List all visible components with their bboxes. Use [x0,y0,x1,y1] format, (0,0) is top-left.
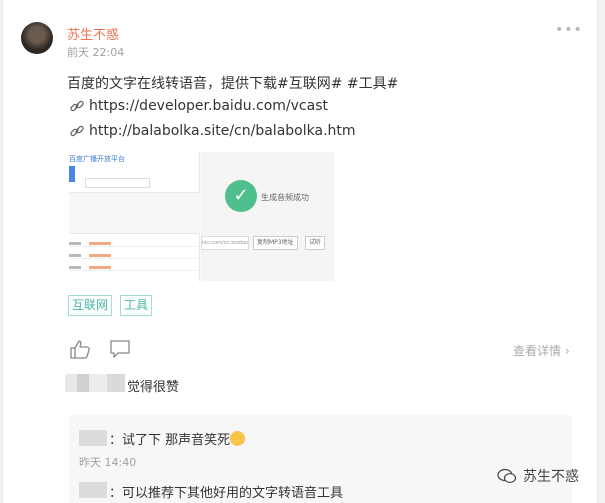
author-name[interactable]: 苏生不惑 [67,24,119,43]
preview-value [89,266,111,269]
more-options-icon[interactable]: ••• [555,22,583,38]
link-text[interactable]: http://balabolka.site/cn/balabolka.htm [89,123,356,139]
view-details-link[interactable]: 查看详情 › [513,342,570,359]
preview-label [69,254,81,257]
chevron-right-icon: › [564,344,570,358]
preview-title: 百度广播开放平台 [69,155,125,163]
laugh-emoji-icon [230,431,246,446]
view-details-label: 查看详情 [513,344,562,358]
comment-time: 昨天 14:40 [79,456,137,469]
preview-row [69,258,200,259]
preview-left-panel: 百度广播开放平台 [69,152,200,281]
comment-text: ：可以推荐下其他好用的文字转语音工具 [109,486,344,501]
preview-textarea [69,192,200,234]
wechat-icon [497,468,517,483]
commenter-name-blurred[interactable] [79,430,107,446]
success-text: 生成音频成功 [261,193,309,202]
watermark-text: 苏生不惑 [523,469,579,485]
comment-icon[interactable] [109,339,131,359]
listen-button: 试听 [305,236,326,250]
link-text[interactable]: https://developer.baidu.com/vcast [89,98,328,114]
copy-mp3-button: 复制MP3地址 [253,236,298,250]
preview-value [89,254,111,257]
topic-tag[interactable]: 互联网 [68,295,113,316]
preview-label [69,266,81,269]
comment-body: ：试了下 那声音笑死 [109,433,231,448]
post-time: 前天 22:04 [67,46,125,59]
check-icon: ✓ [225,180,257,212]
watermark: 苏生不惑 [497,466,579,486]
liker-names-blurred[interactable] [65,374,125,392]
link-item[interactable]: https://developer.baidu.com/vcast [69,98,328,114]
preview-right-panel: ✓ 生成音频成功 idu.com/cn.bcebos.com/vcast 复制M… [201,152,334,281]
preview-label [69,242,81,245]
comment-text: ：试了下 那声音笑死 [109,429,246,448]
post-text: 百度的文字在线转语音，提供下载#互联网# #工具# [67,76,399,92]
preview-sidebar [69,166,75,182]
avatar[interactable] [21,22,53,54]
likes-text: 觉得很赞 [127,380,180,395]
preview-url-field: idu.com/cn.bcebos.com/vcast [201,236,249,250]
commenter-name-blurred[interactable] [79,482,107,498]
link-icon [70,125,84,137]
link-icon [70,100,84,112]
post-card: 苏生不惑 前天 22:04 ••• 百度的文字在线转语音，提供下载#互联网# #… [2,0,598,503]
post-image[interactable]: 百度广播开放平台 ✓ 生成音频成功 idu.com/cn.bcebos.com/… [69,152,334,281]
link-item[interactable]: http://balabolka.site/cn/balabolka.htm [69,123,356,139]
preview-row [69,270,200,271]
preview-value [89,242,111,245]
preview-input [85,178,150,188]
preview-row [69,246,200,247]
topic-tag[interactable]: 工具 [120,295,153,316]
like-icon[interactable] [69,339,91,359]
